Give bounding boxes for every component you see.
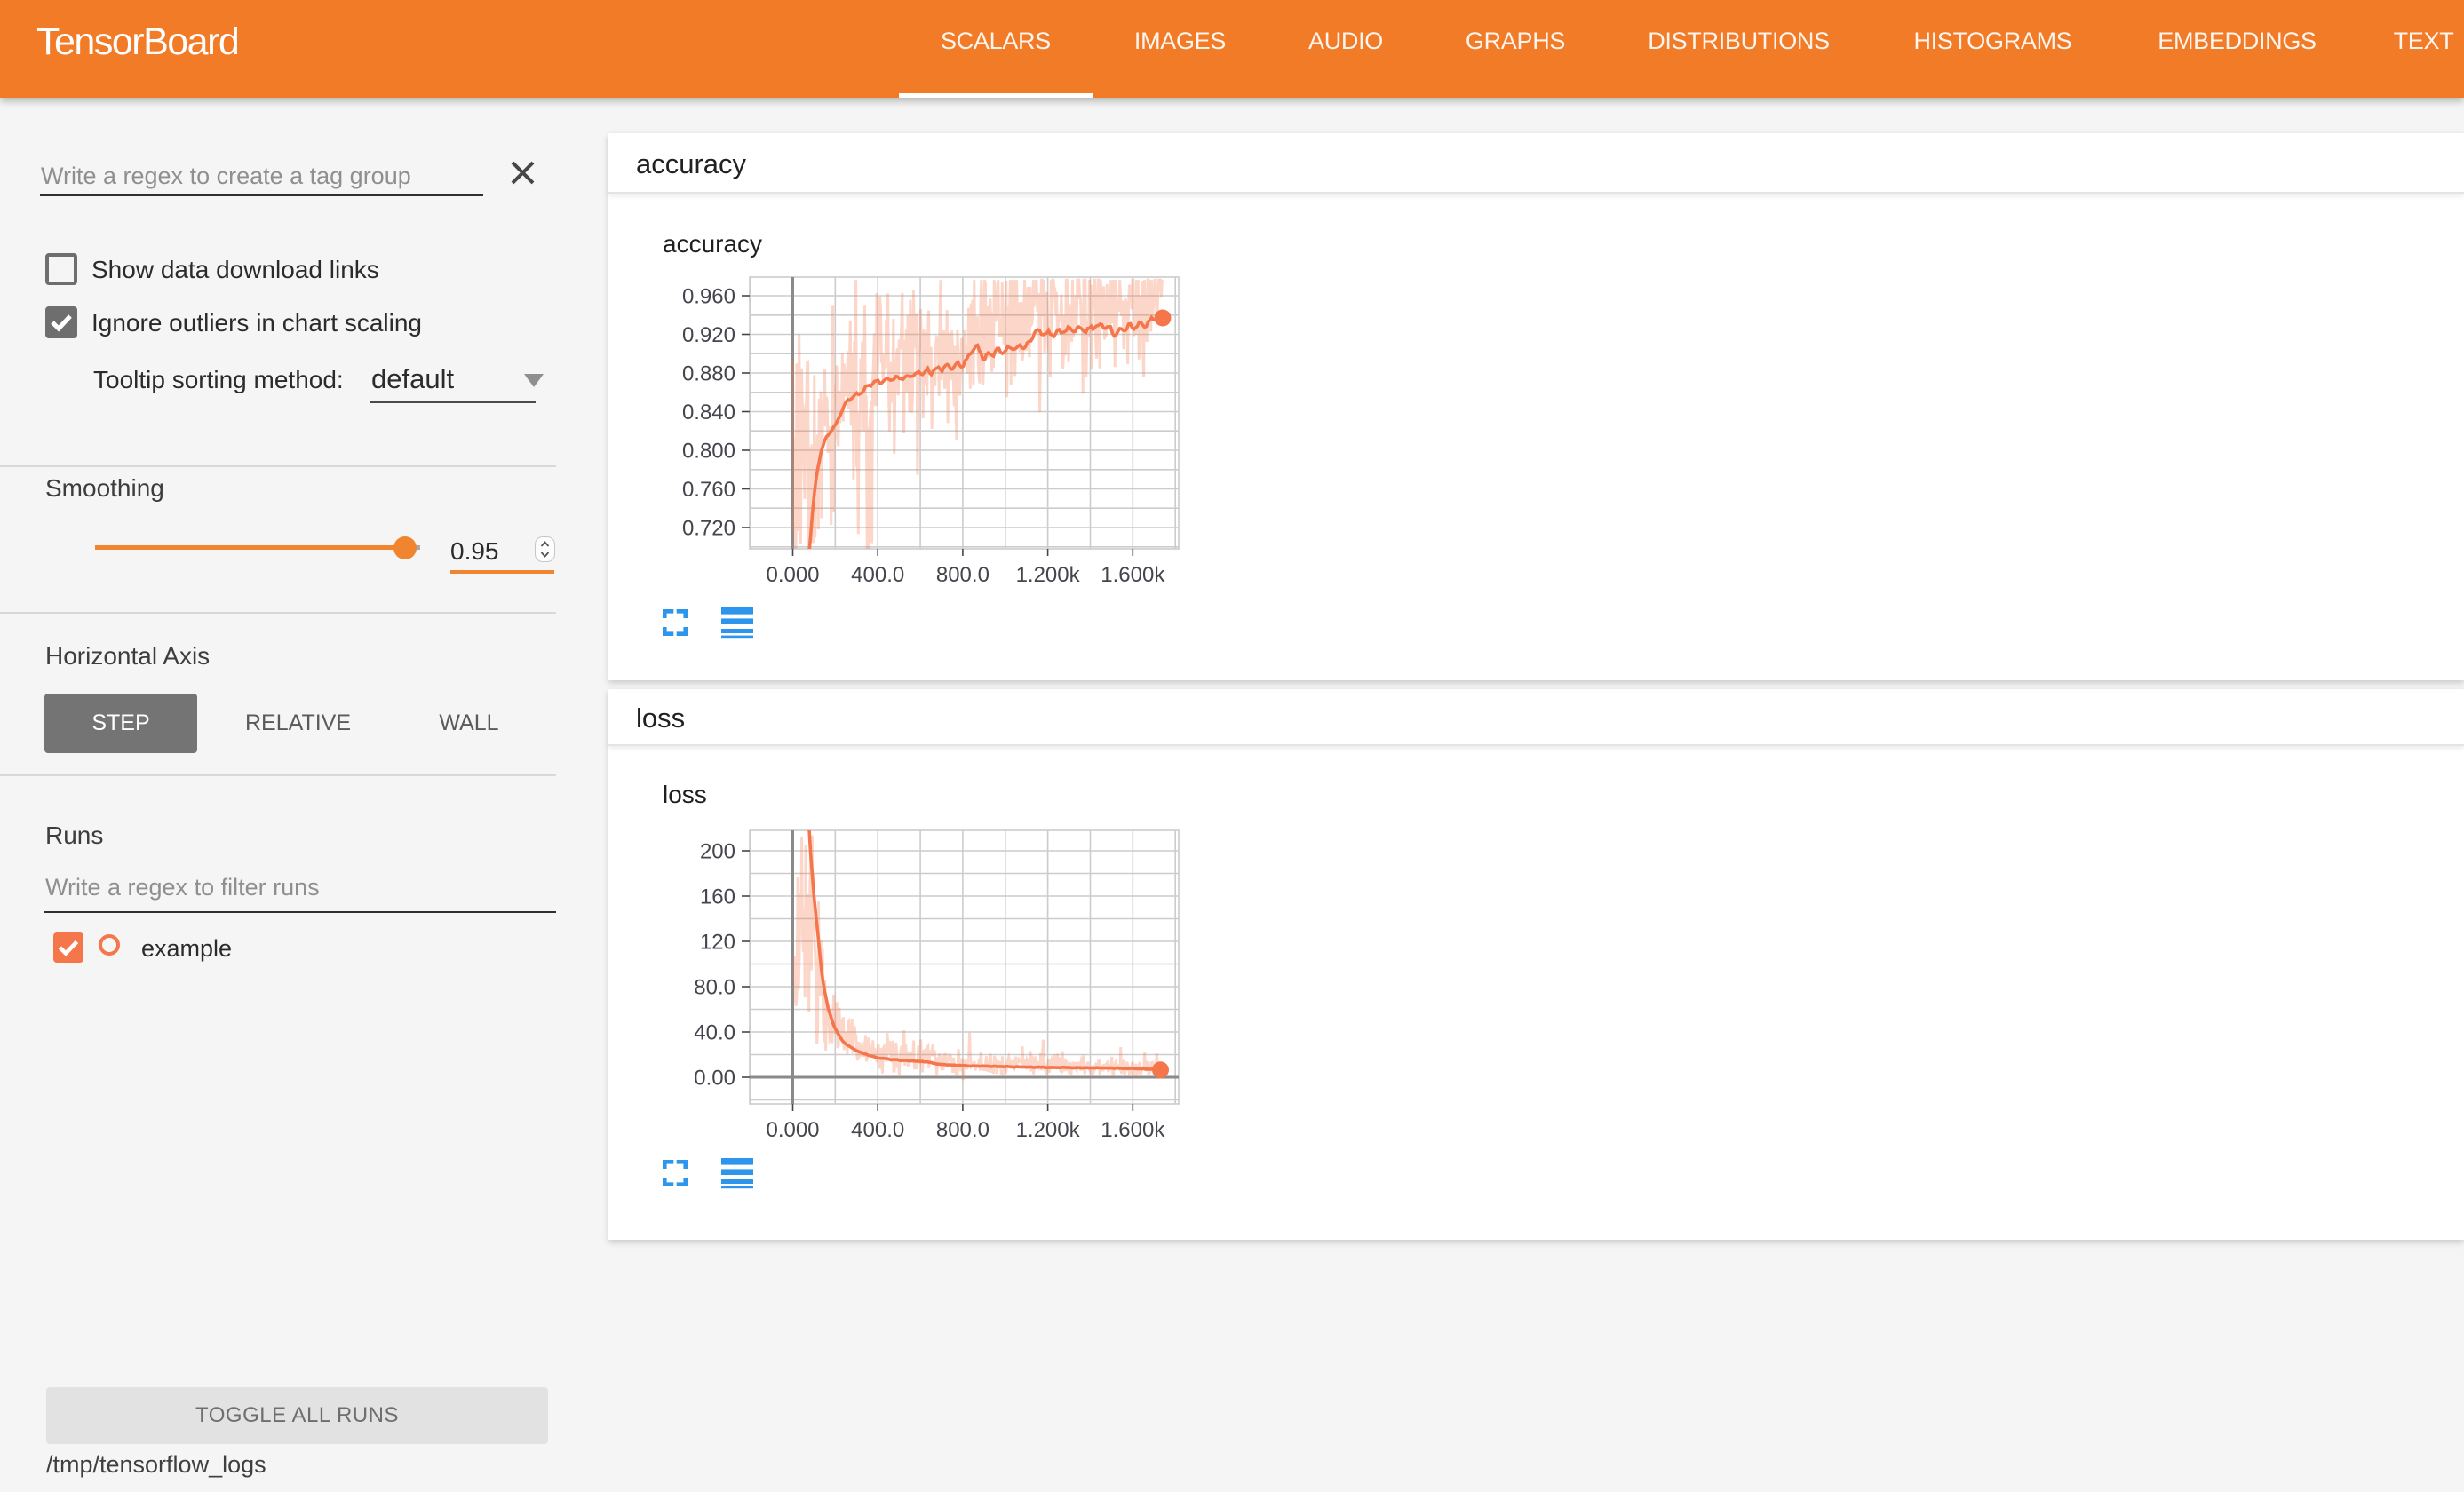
svg-text:0.00: 0.00 bbox=[694, 1067, 735, 1091]
svg-text:0.760: 0.760 bbox=[682, 478, 735, 502]
svg-text:0.000: 0.000 bbox=[766, 1118, 819, 1142]
svg-text:80.0: 80.0 bbox=[694, 976, 735, 1000]
svg-text:120: 120 bbox=[700, 931, 735, 955]
svg-text:accuracy: accuracy bbox=[663, 230, 762, 258]
svg-text:1.200k: 1.200k bbox=[1016, 563, 1081, 587]
svg-text:0.880: 0.880 bbox=[682, 362, 735, 386]
svg-text:400.0: 400.0 bbox=[851, 1118, 904, 1142]
svg-text:800.0: 800.0 bbox=[936, 1118, 990, 1142]
svg-text:400.0: 400.0 bbox=[851, 563, 904, 587]
svg-text:160: 160 bbox=[700, 885, 735, 909]
svg-text:0.720: 0.720 bbox=[682, 517, 735, 541]
svg-text:0.960: 0.960 bbox=[682, 285, 735, 309]
svg-text:40.0: 40.0 bbox=[694, 1021, 735, 1045]
svg-text:1.200k: 1.200k bbox=[1016, 1118, 1081, 1142]
svg-text:200: 200 bbox=[700, 840, 735, 864]
svg-text:0.800: 0.800 bbox=[682, 440, 735, 464]
svg-text:1.600k: 1.600k bbox=[1101, 563, 1165, 587]
svg-text:1.600k: 1.600k bbox=[1101, 1118, 1165, 1142]
svg-text:loss: loss bbox=[663, 781, 707, 808]
svg-text:0.000: 0.000 bbox=[766, 563, 819, 587]
svg-text:0.840: 0.840 bbox=[682, 401, 735, 425]
svg-text:800.0: 800.0 bbox=[936, 563, 990, 587]
svg-text:0.920: 0.920 bbox=[682, 323, 735, 347]
